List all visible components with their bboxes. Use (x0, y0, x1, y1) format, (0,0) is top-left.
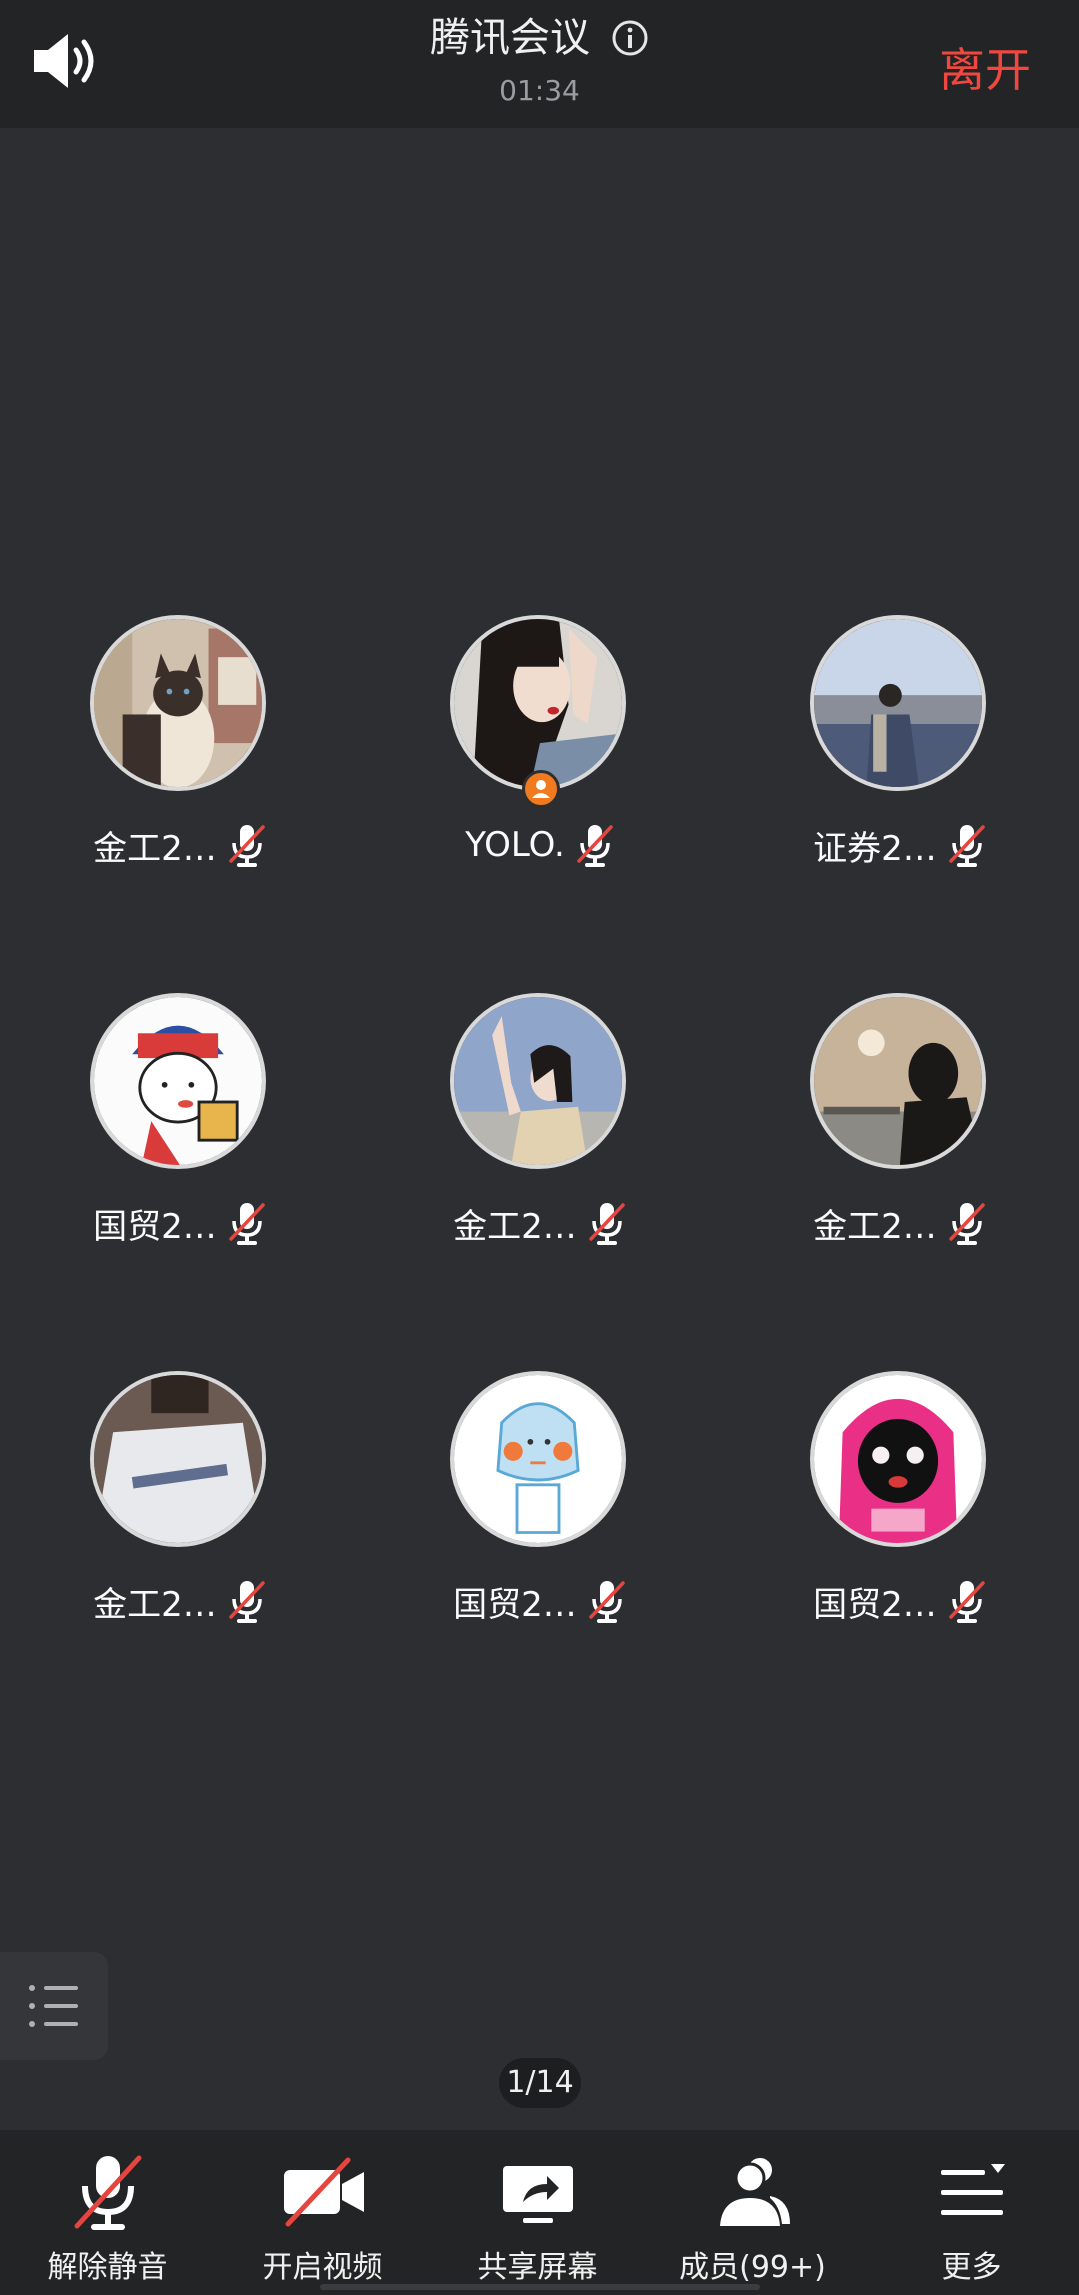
participant-tile[interactable]: 国贸2… (410, 1371, 670, 1671)
list-view-toggle-button[interactable] (0, 1952, 108, 2060)
mic-muted-icon (229, 825, 265, 867)
mic-muted-icon (589, 1581, 625, 1623)
participant-name-row: 金工2… (770, 1198, 1030, 1248)
participant-tile[interactable]: 证券2… (770, 615, 1030, 915)
participant-name: 证券2… (813, 828, 937, 869)
participant-name-row: 金工2… (50, 1576, 310, 1626)
top-bar: 腾讯会议 01:34 离开 (0, 0, 1079, 128)
participant-tile[interactable]: 金工2… (410, 993, 670, 1293)
participant-name: 金工2… (93, 828, 217, 869)
participant-tile[interactable]: YOLO. (410, 615, 670, 915)
seaside-avatar-image (814, 619, 982, 787)
avatar (450, 993, 626, 1169)
participant-name: 国贸2… (453, 1584, 577, 1625)
participant-name-row: YOLO. (410, 820, 670, 870)
blue-doodle-avatar-image (454, 1375, 622, 1543)
info-icon[interactable] (611, 19, 649, 57)
participant-tile[interactable]: 国贸2… (50, 993, 310, 1293)
woman-avatar-image (454, 619, 622, 787)
avatar (810, 615, 986, 791)
home-indicator (320, 2284, 760, 2290)
avatar (90, 615, 266, 791)
avatar (90, 1371, 266, 1547)
mic-muted-icon (949, 1203, 985, 1245)
host-person-icon (532, 780, 550, 798)
participant-name: 国贸2… (93, 1206, 217, 1247)
members-button[interactable]: 成员(99+) (645, 2130, 860, 2295)
participant-name-row: 国贸2… (50, 1198, 310, 1248)
mic-muted-icon (577, 825, 613, 867)
cartoon-boy-avatar-image (94, 997, 262, 1165)
share-screen-button[interactable]: 共享屏幕 (430, 2130, 645, 2295)
mic-muted-icon (229, 1581, 265, 1623)
participant-name: 金工2… (93, 1584, 217, 1625)
host-badge (522, 770, 560, 808)
meeting-title-area: 腾讯会议 (0, 10, 1079, 66)
pink-cartoon-avatar-image (814, 1375, 982, 1543)
participant-name: 金工2… (813, 1206, 937, 1247)
girl-sky-avatar-image (454, 997, 622, 1165)
participant-name: 国贸2… (813, 1584, 937, 1625)
mic-muted-icon (74, 2155, 141, 2230)
more-button[interactable]: 更多 (864, 2130, 1079, 2295)
participant-name-row: 国贸2… (410, 1576, 670, 1626)
start-video-label: 开启视频 (262, 2250, 383, 2285)
participant-name-row: 证券2… (770, 820, 1030, 870)
avatar (810, 1371, 986, 1547)
mic-muted-icon (229, 1203, 265, 1245)
white-shirt-avatar-image (94, 1375, 262, 1543)
avatar (90, 993, 266, 1169)
mic-muted-icon (949, 825, 985, 867)
members-label: 成员(99+) (679, 2250, 826, 2285)
mic-muted-icon (589, 1203, 625, 1245)
meeting-title: 腾讯会议 (429, 15, 590, 61)
share-screen-label: 共享屏幕 (477, 2250, 598, 2285)
participant-tile[interactable]: 国贸2… (770, 1371, 1030, 1671)
participant-name: YOLO. (465, 825, 565, 865)
page-indicator: 1/14 (499, 2058, 581, 2108)
participant-name-row: 国贸2… (770, 1576, 1030, 1626)
more-icon (940, 2164, 1005, 2215)
avatar (450, 615, 626, 791)
leave-button[interactable]: 离开 (939, 34, 1031, 100)
meeting-timer: 01:34 (499, 74, 580, 107)
participant-name-row: 金工2… (410, 1198, 670, 1248)
share-screen-icon (502, 2166, 573, 2223)
sunset-avatar-image (814, 997, 982, 1165)
avatar (810, 993, 986, 1169)
mic-muted-icon (949, 1581, 985, 1623)
participant-tile[interactable]: 金工2… (50, 1371, 310, 1671)
participant-name: 金工2… (453, 1206, 577, 1247)
members-icon (719, 2158, 790, 2226)
start-video-button[interactable]: 开启视频 (215, 2130, 430, 2295)
unmute-label: 解除静音 (47, 2250, 168, 2285)
video-off-icon (283, 2157, 364, 2227)
avatar (450, 1371, 626, 1547)
participant-tile[interactable]: 金工2… (770, 993, 1030, 1293)
cat-avatar-image (94, 619, 262, 787)
list-icon (29, 1985, 78, 2027)
participant-name-row: 金工2… (50, 820, 310, 870)
bottom-toolbar: 解除静音 开启视频 共享屏幕 成员(99+) 更多 (0, 2130, 1079, 2295)
participant-tile[interactable]: 金工2… (50, 615, 310, 915)
unmute-button[interactable]: 解除静音 (0, 2130, 215, 2295)
more-label: 更多 (941, 2250, 1002, 2285)
